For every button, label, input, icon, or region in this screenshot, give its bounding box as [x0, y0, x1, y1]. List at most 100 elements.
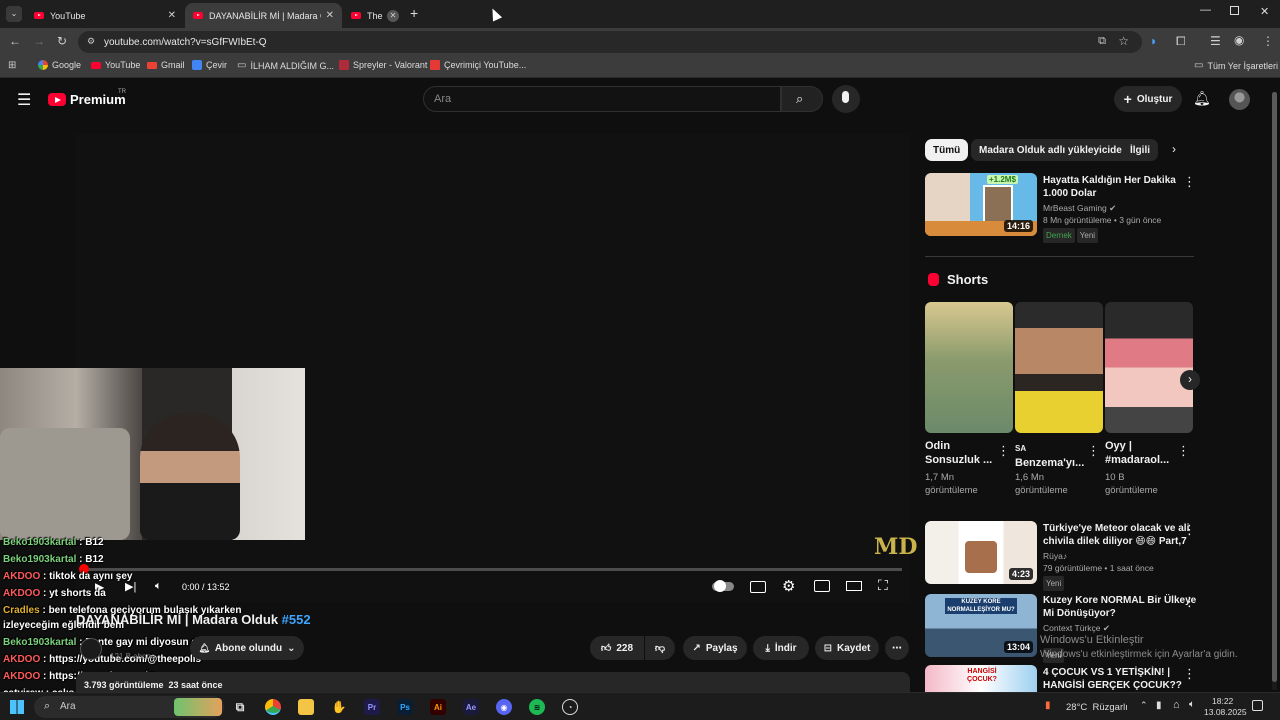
- tab-the[interactable]: The ✕: [343, 3, 403, 28]
- video-title[interactable]: 4 ÇOCUK VS 1 YETİŞKİN! | HANGİSİ GERÇEK Ç…: [1043, 666, 1182, 692]
- task-view-icon[interactable]: ⧉: [232, 699, 248, 715]
- tab-search-chevron-icon[interactable]: ⌄: [6, 6, 22, 22]
- video-thumbnail[interactable]: +1.2M$ 14:16: [925, 173, 1037, 236]
- close-tab-icon[interactable]: ✕: [387, 9, 399, 22]
- channel-watermark-logo[interactable]: MD: [874, 534, 917, 560]
- download-button[interactable]: ⤓ İndir: [753, 636, 809, 660]
- youtube-logo-icon[interactable]: [48, 93, 66, 106]
- extension-blue-icon[interactable]: ◗: [1150, 34, 1157, 48]
- bookmark-spreyler[interactable]: Spreyler - Valorant: [339, 60, 427, 70]
- notifications-icon[interactable]: [1252, 700, 1263, 711]
- dislike-button[interactable]: 👎︎: [645, 636, 675, 660]
- miniplayer-icon[interactable]: [814, 580, 830, 592]
- search-input[interactable]: Ara: [423, 86, 781, 112]
- short-title[interactable]: Oyy | #madaraol...: [1105, 439, 1169, 467]
- close-tab-icon[interactable]: ✕: [326, 10, 334, 21]
- avatar[interactable]: [1229, 89, 1250, 110]
- more-options-icon[interactable]: ⋮: [1183, 594, 1196, 610]
- weather-text[interactable]: 28°C Rüzgarlı: [1066, 702, 1128, 713]
- bookmark-cevrimici[interactable]: Çevrimiçi YouTube...: [430, 60, 526, 70]
- video-title[interactable]: Kuzey Kore NORMAL Bir Ülkeye Mi Dönüşüyor…: [1043, 594, 1196, 620]
- video-title[interactable]: Türkiye'ye Meteor olacak ve ali chivila d…: [1043, 522, 1189, 548]
- taskbar-search-box[interactable]: ⌕ Ara: [34, 696, 224, 718]
- spotify-icon[interactable]: ≋: [529, 699, 545, 715]
- chrome-taskbar-icon[interactable]: [265, 699, 281, 715]
- page-scrollbar[interactable]: [1272, 92, 1277, 690]
- app-hand-icon[interactable]: ✋: [331, 699, 347, 715]
- photoshop-icon[interactable]: Ps: [397, 699, 413, 715]
- more-options-icon[interactable]: ⋮: [1183, 174, 1196, 190]
- short-title[interactable]: Odin Sonsuzluk ...: [925, 439, 992, 467]
- clock-date[interactable]: 13.08.2025: [1204, 707, 1247, 717]
- new-tab-icon[interactable]: +: [410, 5, 418, 21]
- premiere-icon[interactable]: Pr: [364, 699, 380, 715]
- close-tab-icon[interactable]: ✕: [168, 10, 176, 21]
- apps-grid-icon[interactable]: ⊞: [8, 60, 16, 71]
- video-thumbnail[interactable]: KUZEY KORE NORMALLEŞİYOR MU? 13:04: [925, 594, 1037, 657]
- restore-icon[interactable]: [1230, 6, 1239, 15]
- short-thumbnail-oyy[interactable]: [1105, 302, 1193, 433]
- chrome-menu-icon[interactable]: ⋮: [1262, 34, 1274, 48]
- subscribed-button[interactable]: 🔔︎ Abone olundu ⌄: [190, 636, 304, 660]
- profile-icon[interactable]: ◉: [1234, 33, 1244, 47]
- microphone-tray-icon[interactable]: ▮: [1156, 700, 1162, 711]
- subtitles-icon[interactable]: [750, 581, 766, 593]
- reading-list-icon[interactable]: ☰: [1210, 34, 1221, 48]
- short-title[interactable]: SA Benzema'yı...: [1015, 441, 1084, 470]
- network-icon[interactable]: ⌂: [1173, 699, 1180, 711]
- create-button[interactable]: + Oluştur: [1114, 86, 1182, 112]
- share-button[interactable]: ↗ Paylaş: [683, 636, 747, 660]
- more-options-icon[interactable]: ⋮: [1183, 522, 1196, 538]
- discord-icon[interactable]: ◉: [496, 699, 512, 715]
- description-box[interactable]: 3.793 görüntüleme 23 saat önce: [76, 672, 910, 694]
- video-thumbnail[interactable]: 4:23: [925, 521, 1037, 584]
- all-bookmarks[interactable]: ▭ Tüm Yer İşaretleri: [1194, 60, 1278, 71]
- chip-from-uploader[interactable]: Madara Olduk adlı yükleyiciden: [971, 139, 1136, 161]
- short-thumbnail-odin[interactable]: [925, 302, 1013, 433]
- close-window-icon[interactable]: ✕: [1260, 5, 1269, 18]
- chip-related[interactable]: İlgili: [1122, 139, 1158, 161]
- more-options-icon[interactable]: ⋮: [1177, 443, 1190, 459]
- install-app-icon[interactable]: ⧉: [1098, 35, 1106, 48]
- hamburger-menu-icon[interactable]: ☰: [17, 90, 31, 110]
- theater-mode-icon[interactable]: [846, 581, 862, 591]
- video-title[interactable]: Hayatta Kaldığın Her Dakika 1.000 Dolar: [1043, 174, 1176, 200]
- channel-avatar[interactable]: [80, 638, 102, 660]
- voice-search-button[interactable]: [832, 85, 860, 113]
- settings-gear-icon[interactable]: ⚙: [782, 577, 795, 595]
- autoplay-toggle[interactable]: [712, 580, 734, 592]
- file-explorer-icon[interactable]: [298, 699, 314, 715]
- more-options-icon[interactable]: ⋮: [997, 443, 1010, 459]
- reload-icon[interactable]: ↻: [57, 34, 67, 48]
- bookmark-star-icon[interactable]: ☆: [1118, 34, 1129, 48]
- more-actions-button[interactable]: ⋯: [885, 636, 909, 660]
- save-button[interactable]: ⊟ Kaydet: [815, 636, 879, 660]
- more-options-icon[interactable]: ⋮: [1183, 666, 1196, 682]
- tray-chevron-up-icon[interactable]: ⌃: [1140, 700, 1148, 711]
- chips-next-chevron-icon[interactable]: ›: [1172, 142, 1176, 156]
- bookmark-folder-ilham[interactable]: ▭ İLHAM ALDIĞIM G...: [237, 60, 334, 71]
- like-button[interactable]: 👍︎ 228: [590, 636, 644, 660]
- windows-start-icon[interactable]: [10, 700, 24, 714]
- more-options-icon[interactable]: ⋮: [1087, 443, 1100, 459]
- search-button[interactable]: ⌕: [781, 86, 823, 112]
- url-bar[interactable]: ⚙ youtube.com/watch?v=sGfFWIbEt-Q ⧉ ☆: [78, 31, 1142, 53]
- tab-youtube[interactable]: YouTube ✕: [26, 3, 184, 28]
- bookmark-cevir[interactable]: Çevir: [192, 60, 227, 70]
- scrollbar-thumb[interactable]: [1272, 92, 1277, 682]
- chip-all[interactable]: Tümü: [925, 139, 969, 161]
- video-thumbnail[interactable]: HANGİSİ ÇOCUK?: [925, 665, 1037, 692]
- clock-time[interactable]: 18:22: [1212, 696, 1233, 706]
- site-info-icon[interactable]: ⚙: [87, 36, 95, 47]
- bookmark-google[interactable]: Google: [38, 60, 81, 70]
- short-thumbnail-benzema[interactable]: [1015, 302, 1103, 433]
- notifications-bell-icon[interactable]: 🔔︎: [1193, 90, 1211, 107]
- illustrator-icon[interactable]: Ai: [430, 699, 446, 715]
- tab-current-video[interactable]: DAYANABİLİR Mİ | Madara Olduk ✕: [185, 3, 342, 28]
- extensions-puzzle-icon[interactable]: ⧠: [1176, 34, 1186, 49]
- volume-icon[interactable]: 🔈︎: [155, 580, 162, 593]
- app-clock-icon[interactable]: ◔: [562, 699, 578, 715]
- fullscreen-icon[interactable]: ⛶: [878, 577, 888, 594]
- bookmark-youtube[interactable]: YouTube: [91, 60, 140, 70]
- forward-icon[interactable]: →: [33, 34, 45, 48]
